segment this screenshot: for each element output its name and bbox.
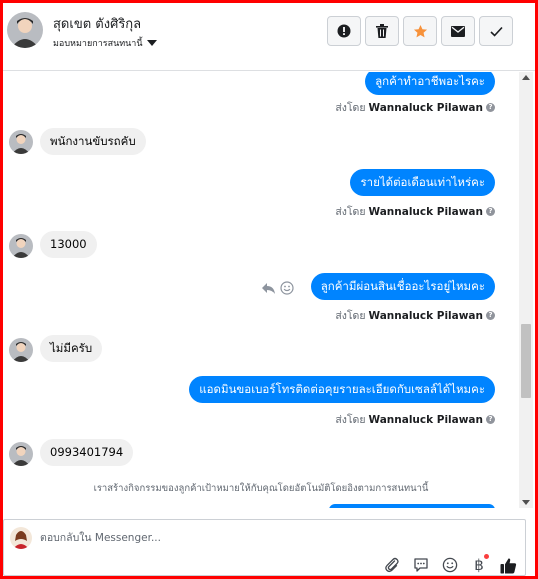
outgoing-message[interactable]: ลูกค้ามีผ่อนสินเชื่ออะไรอยู่ไหมคะ xyxy=(310,273,495,300)
saved-replies-button[interactable] xyxy=(412,556,430,574)
outgoing-message[interactable]: รายได้ต่อเดือนเท่าไหร่คะ xyxy=(350,169,495,196)
outgoing-message[interactable]: ลูกค้าทำอาชีพอะไรคะ xyxy=(365,72,495,95)
composer-tools: ฿ xyxy=(383,554,517,574)
help-icon[interactable]: ? xyxy=(486,207,495,216)
system-note: เราสร้างกิจกรรมของลูกค้าเป้าหมายให้กับคุ… xyxy=(93,483,429,494)
reply-composer: ฿ xyxy=(3,519,526,576)
attach-button[interactable] xyxy=(383,556,401,574)
sent-by: ส่งโดย Wannaluck Pilawan ? xyxy=(335,307,495,324)
message-thread: ลูกค้าทำอาชีพอะไรคะ ส่งโดย Wannaluck Pil… xyxy=(3,72,519,508)
sender-name[interactable]: Wannaluck Pilawan xyxy=(368,206,483,218)
contact-avatar-small xyxy=(9,234,33,258)
thumbs-up-icon xyxy=(500,557,516,573)
exclamation-icon xyxy=(337,24,351,38)
sender-name[interactable]: Wannaluck Pilawan xyxy=(368,414,483,426)
paperclip-icon xyxy=(385,557,399,573)
mark-done-button[interactable] xyxy=(479,16,513,46)
conversation-header: สุดเขต ตังศิริกุล มอบหมายการสนทนานี้ xyxy=(3,3,535,71)
reply-input[interactable] xyxy=(40,529,420,547)
sent-by: ส่งโดย Wannaluck Pilawan ? xyxy=(335,99,495,116)
checkmark-icon xyxy=(489,26,503,37)
assign-conversation-dropdown[interactable]: มอบหมายการสนทนานี้ xyxy=(53,36,157,50)
envelope-icon xyxy=(451,25,465,37)
star-button[interactable] xyxy=(403,16,437,46)
incoming-message[interactable]: ไม่มีครับ xyxy=(40,335,103,362)
reply-icon[interactable] xyxy=(261,282,276,295)
contact-avatar-small xyxy=(9,338,33,362)
header-actions xyxy=(327,16,513,46)
help-icon[interactable]: ? xyxy=(486,311,495,320)
star-icon xyxy=(413,24,427,37)
help-icon[interactable]: ? xyxy=(486,415,495,424)
sender-name[interactable]: Wannaluck Pilawan xyxy=(368,310,483,322)
sender-name[interactable]: Wannaluck Pilawan xyxy=(368,102,483,114)
contact-name[interactable]: สุดเขต ตังศิริกุล xyxy=(53,13,141,34)
outgoing-message[interactable]: แอดมินขอเบอร์โทรติดต่อคุยรายละเอียดกับเซ… xyxy=(189,376,495,403)
sent-by: ส่งโดย Wannaluck Pilawan ? xyxy=(335,203,495,220)
delete-button[interactable] xyxy=(365,16,399,46)
help-icon[interactable]: ? xyxy=(486,103,495,112)
baht-icon: ฿ xyxy=(474,556,484,574)
payment-button[interactable]: ฿ xyxy=(470,554,489,574)
emoji-button[interactable] xyxy=(441,556,459,574)
caret-down-icon xyxy=(146,40,157,46)
trash-icon xyxy=(376,24,388,38)
page-avatar xyxy=(10,527,32,549)
outgoing-message-partial xyxy=(329,504,495,508)
scroll-down-icon[interactable] xyxy=(522,500,530,505)
incoming-message[interactable]: พนักงานขับรถคับ xyxy=(40,128,146,155)
scroll-up-icon[interactable] xyxy=(522,75,530,80)
mark-spam-button[interactable] xyxy=(327,16,361,46)
contact-avatar-small xyxy=(9,130,33,154)
assign-label: มอบหมายการสนทนานี้ xyxy=(53,39,143,49)
react-emoji-icon[interactable] xyxy=(280,281,294,295)
incoming-message[interactable]: 0993401794 xyxy=(40,439,134,466)
contact-avatar[interactable] xyxy=(7,12,43,48)
emoji-icon xyxy=(442,557,458,573)
incoming-message[interactable]: 13000 xyxy=(40,231,97,258)
thread-scrollbar[interactable] xyxy=(519,72,533,508)
sent-by: ส่งโดย Wannaluck Pilawan ? xyxy=(335,411,495,428)
message-actions xyxy=(261,281,294,295)
contact-avatar-small xyxy=(9,442,33,466)
notification-dot xyxy=(484,554,489,559)
mark-unread-button[interactable] xyxy=(441,16,475,46)
saved-reply-icon xyxy=(414,558,428,572)
scroll-thumb[interactable] xyxy=(521,324,531,398)
like-button[interactable] xyxy=(499,556,517,574)
